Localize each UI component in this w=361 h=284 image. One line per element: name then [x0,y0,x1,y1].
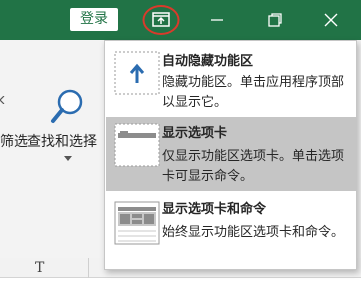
close-icon [324,13,338,27]
ribbon-display-options-icon [142,5,180,35]
menu-item-description: 隐藏功能区。单击应用程序顶部以显示它。 [162,75,345,110]
menu-item-title: 显示选项卡和命令 [162,202,267,217]
restore-icon [268,13,282,27]
ribbon-display-options-menu: 自动隐藏功能区 隐藏功能区。单击应用程序顶部以显示它。 显示选项卡 仅显示功能区… [104,40,357,270]
menu-item-auto-hide-ribbon[interactable]: 自动隐藏功能区 隐藏功能区。单击应用程序顶部以显示它。 [106,45,357,117]
minimize-button[interactable] [195,0,240,40]
column-header[interactable]: T [35,260,44,276]
menu-item-title: 自动隐藏功能区 [162,54,254,69]
menu-item-show-tabs-and-commands[interactable]: 显示选项卡和命令 始终显示功能区选项卡和命令。 [106,195,357,267]
tabs-and-commands-icon [114,201,160,245]
chevron-down-icon[interactable] [64,156,72,161]
minimize-icon [211,19,223,21]
menu-item-title: 显示选项卡 [162,126,228,141]
menu-item-show-tabs[interactable]: 显示选项卡 仅显示功能区选项卡。单击选项卡可显示命令。 [106,117,357,191]
menu-item-description: 仅显示功能区选项卡。单击选项卡可显示命令。 [162,149,345,184]
find-select-button[interactable]: 查找和选择 [27,131,97,151]
column-divider [88,258,89,278]
sort-filter-label[interactable]: 筛选 [0,131,28,151]
magnifier-icon[interactable] [50,88,84,128]
tabs-only-icon [114,123,160,167]
arrow-up-icon [114,51,160,95]
menu-item-description: 始终显示功能区选项卡和命令。 [162,225,345,240]
restore-button[interactable] [253,0,298,40]
ribbon-display-options-button[interactable] [142,4,180,36]
close-button[interactable] [309,0,354,40]
login-button[interactable]: 登录 [70,8,118,31]
title-bar: 登录 [0,0,361,40]
scroll-left-icon [0,96,5,104]
